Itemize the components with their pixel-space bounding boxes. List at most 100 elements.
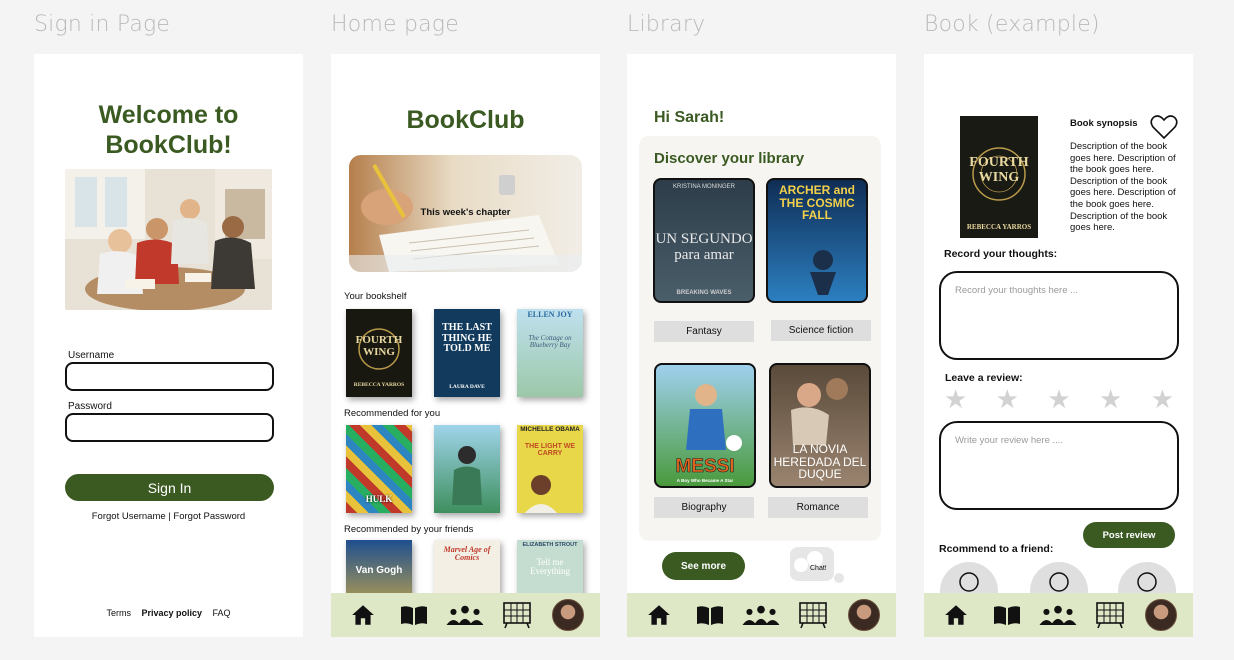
- recommended-label: Recommended for you: [344, 408, 441, 419]
- home-icon[interactable]: [639, 597, 679, 633]
- genre-science-fiction-button[interactable]: Science fiction: [771, 320, 871, 341]
- library-frame: Hi Sarah! Discover your library KRISTINA…: [627, 54, 896, 637]
- thoughts-textarea[interactable]: Record your thoughts here ...: [939, 271, 1179, 360]
- book-icon[interactable]: [690, 597, 730, 633]
- book-cover[interactable]: [434, 425, 500, 513]
- book-title: FOURTH WING: [355, 334, 403, 358]
- book-title: Van Gogh: [355, 565, 403, 576]
- welcome-line1: Welcome to: [98, 101, 239, 129]
- synopsis-title: Book synopsis: [1070, 118, 1138, 129]
- group-icon[interactable]: [741, 597, 781, 633]
- genre-romance-button[interactable]: Romance: [768, 497, 868, 518]
- book-icon[interactable]: [394, 597, 434, 633]
- frame-title-home: Home page: [331, 12, 459, 37]
- weekly-chapter-label: This week's chapter: [420, 207, 511, 218]
- book-title: FOURTH WING: [969, 155, 1029, 185]
- book-author: KRISTINA MONINGER: [672, 184, 735, 190]
- book-author: REBECCA YARROS: [353, 382, 405, 388]
- book-cover[interactable]: HULK: [346, 425, 412, 513]
- weekly-chapter-card[interactable]: This week's chapter: [349, 155, 582, 272]
- book-author: LAURA DAVE: [449, 384, 485, 390]
- book-subtitle: A Boy Who Became A Star: [676, 478, 734, 483]
- review-textarea[interactable]: Write your review here ....: [939, 421, 1179, 510]
- thoughts-placeholder: Record your thoughts here ...: [955, 285, 1079, 296]
- genre-fantasy-button[interactable]: Fantasy: [654, 321, 754, 342]
- book-cover[interactable]: MESSI A Boy Who Became A Star: [654, 363, 756, 488]
- star-icon[interactable]: ★: [1047, 386, 1070, 412]
- book-title: The Cottage on Blueberry Bay: [528, 334, 572, 350]
- welcome-heading: Welcome to BookClub!: [34, 100, 303, 160]
- bottom-nav: [924, 593, 1193, 637]
- chat-bubble-dot: [834, 573, 844, 583]
- book-title: Marvel Age of Comics: [443, 545, 491, 563]
- book-cover[interactable]: KRISTINA MONINGER UN SEGUNDO para amar B…: [653, 178, 755, 303]
- see-more-button[interactable]: See more: [662, 552, 745, 580]
- welcome-line2: BookClub!: [105, 131, 232, 159]
- book-author: REBECCA YARROS: [966, 223, 1032, 231]
- star-icon[interactable]: ★: [1099, 386, 1122, 412]
- forgot-links[interactable]: Forgot Username | Forgot Password: [34, 511, 303, 522]
- sign-in-button[interactable]: Sign In: [65, 474, 274, 501]
- star-icon[interactable]: ★: [1151, 386, 1174, 412]
- book-cover[interactable]: LA NOVIA HEREDADA DEL DUQUE: [769, 363, 871, 488]
- bottom-nav: [627, 593, 896, 637]
- faq-link[interactable]: FAQ: [213, 608, 231, 618]
- profile-avatar[interactable]: [1141, 597, 1181, 633]
- password-input[interactable]: [65, 413, 274, 442]
- group-icon[interactable]: [1038, 597, 1078, 633]
- chat-button[interactable]: Chat!: [790, 547, 834, 581]
- book-title: THE LAST THING HE TOLD ME: [441, 322, 493, 354]
- frame-title-signin: Sign in Page: [34, 12, 171, 37]
- book-cover: FOURTH WING REBECCA YARROS: [960, 116, 1038, 238]
- star-rating: ★ ★ ★ ★ ★: [944, 386, 1174, 412]
- recommend-label: Rcommend to a friend:: [939, 543, 1054, 555]
- bookshelf-icon[interactable]: [497, 597, 537, 633]
- frame-title-library: Library: [627, 12, 706, 37]
- bookshelf-label: Your bookshelf: [344, 291, 407, 302]
- home-icon[interactable]: [936, 597, 976, 633]
- review-label: Leave a review:: [945, 372, 1023, 384]
- group-reading-photo: [65, 169, 272, 310]
- book-title: HULK: [365, 494, 393, 504]
- book-title: MESSI: [675, 456, 735, 477]
- post-review-button[interactable]: Post review: [1083, 522, 1175, 548]
- book-icon[interactable]: [987, 597, 1027, 633]
- footer-links: Terms Privacy policy FAQ: [34, 608, 303, 618]
- home-frame: BookClub This week's chapter Your booksh…: [331, 54, 600, 637]
- group-icon[interactable]: [445, 597, 485, 633]
- username-input[interactable]: [65, 362, 274, 391]
- thoughts-label: Record your thoughts:: [944, 248, 1058, 260]
- book-title: UN SEGUNDO para amar: [655, 231, 753, 263]
- book-series: BREAKING WAVES: [676, 290, 732, 296]
- profile-avatar[interactable]: [844, 597, 884, 633]
- username-label: Username: [68, 350, 115, 361]
- book-cover[interactable]: MICHELLE OBAMA THE LIGHT WE CARRY: [517, 425, 583, 513]
- book-title: Tell me Everything: [530, 557, 570, 577]
- library-heading: Discover your library: [654, 150, 805, 167]
- star-icon[interactable]: ★: [944, 386, 967, 412]
- bookshelf-icon[interactable]: [1090, 597, 1130, 633]
- greeting: Hi Sarah!: [654, 109, 725, 126]
- book-cover[interactable]: THE LAST THING HE TOLD ME LAURA DAVE: [434, 309, 500, 397]
- password-label: Password: [68, 401, 112, 412]
- bookshelf-icon[interactable]: [793, 597, 833, 633]
- book-cover[interactable]: FOURTH WING REBECCA YARROS: [346, 309, 412, 397]
- book-cover[interactable]: ELLEN JOY The Cottage on Blueberry Bay: [517, 309, 583, 397]
- book-author: ELIZABETH STROUT: [522, 542, 578, 548]
- review-placeholder: Write your review here ....: [955, 435, 1064, 446]
- star-icon[interactable]: ★: [996, 386, 1019, 412]
- privacy-policy-link[interactable]: Privacy policy: [141, 608, 202, 618]
- app-title: BookClub: [406, 106, 525, 134]
- friends-recommended-label: Recommended by your friends: [344, 524, 474, 535]
- frame-title-book: Book (example): [924, 12, 1100, 37]
- genre-biography-button[interactable]: Biography: [654, 497, 754, 518]
- home-icon[interactable]: [343, 597, 383, 633]
- book-cover[interactable]: ARCHER and THE COSMIC FALL: [766, 178, 868, 303]
- synopsis-text: Description of the book goes here. Descr…: [1070, 141, 1176, 234]
- bottom-nav: [331, 593, 600, 637]
- library-panel: Discover your library KRISTINA MONINGER …: [639, 136, 881, 541]
- book-frame: FOURTH WING REBECCA YARROS Book synopsis…: [924, 54, 1193, 637]
- terms-link[interactable]: Terms: [106, 608, 131, 618]
- book-title: LA NOVIA HEREDADA DEL DUQUE: [773, 442, 867, 482]
- profile-avatar[interactable]: [548, 597, 588, 633]
